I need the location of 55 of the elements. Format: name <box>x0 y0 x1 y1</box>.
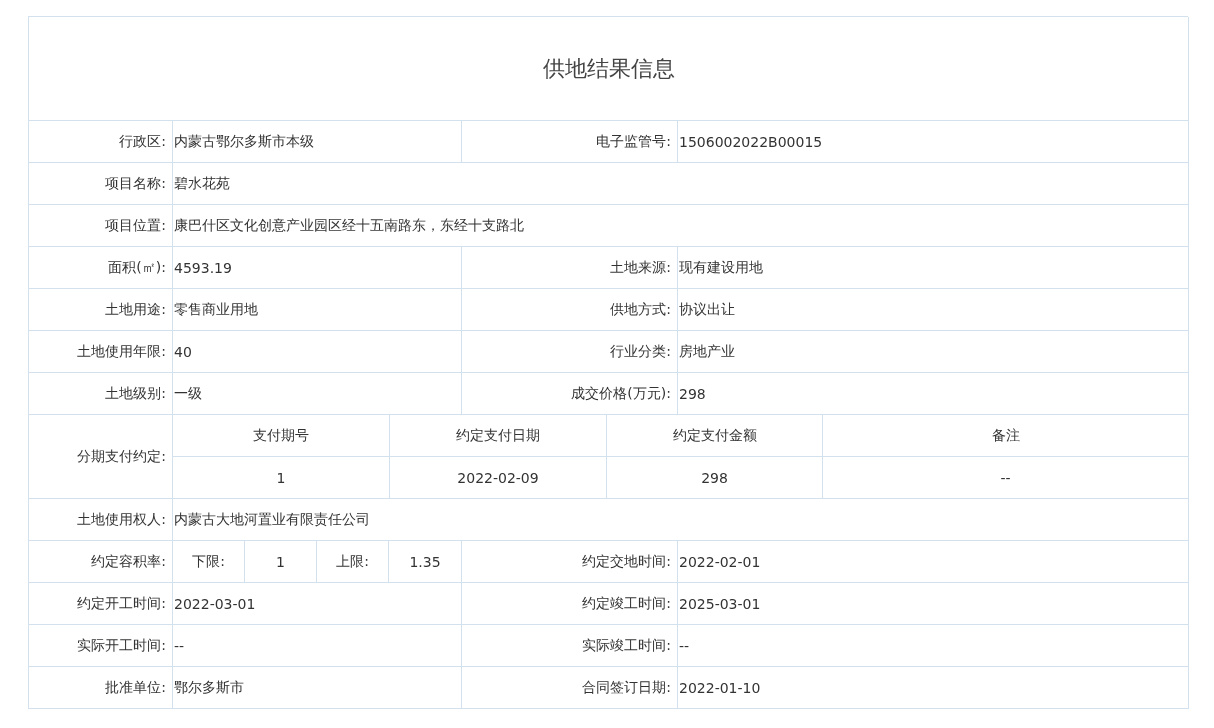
field-label: 分期支付约定: <box>29 415 173 499</box>
field-label: 约定竣工时间: <box>462 583 678 625</box>
field-label: 土地使用年限: <box>29 331 173 373</box>
field-label: 土地来源: <box>462 247 678 289</box>
field-value: 2022-01-10 <box>678 667 1189 709</box>
field-value: 298 <box>678 373 1189 415</box>
field-label: 电子监管号: <box>462 121 678 163</box>
field-label: 约定开工时间: <box>29 583 173 625</box>
field-label: 项目位置: <box>29 205 173 247</box>
field-value: 2025-03-01 <box>678 583 1189 625</box>
field-label: 批准单位: <box>29 667 173 709</box>
field-value: -- <box>173 625 462 667</box>
field-value: 一级 <box>173 373 462 415</box>
field-value: 现有建设用地 <box>678 247 1189 289</box>
field-value: 房地产业 <box>678 331 1189 373</box>
field-label: 成交价格(万元): <box>462 373 678 415</box>
field-value: 内蒙古鄂尔多斯市本级 <box>173 121 462 163</box>
field-label: 行政区: <box>29 121 173 163</box>
field-label: 下限: <box>173 541 245 583</box>
field-value: 40 <box>173 331 462 373</box>
field-label: 土地用途: <box>29 289 173 331</box>
field-value: 2022-03-01 <box>173 583 462 625</box>
column-header: 备注 <box>823 415 1189 457</box>
field-value: 1506002022B00015 <box>678 121 1189 163</box>
field-label: 约定交地时间: <box>462 541 678 583</box>
table-cell: 1 <box>173 457 390 499</box>
field-label: 实际竣工时间: <box>462 625 678 667</box>
field-value: 康巴什区文化创意产业园区经十五南路东，东经十支路北 <box>173 205 1189 247</box>
field-value: 鄂尔多斯市 <box>173 667 462 709</box>
field-value: 协议出让 <box>678 289 1189 331</box>
field-label: 项目名称: <box>29 163 173 205</box>
field-label: 面积(㎡): <box>29 247 173 289</box>
field-label: 供地方式: <box>462 289 678 331</box>
field-value: 2022-02-01 <box>678 541 1189 583</box>
field-value: -- <box>678 625 1189 667</box>
field-label: 土地级别: <box>29 373 173 415</box>
table-cell: 298 <box>607 457 823 499</box>
page-title: 供地结果信息 <box>29 17 1189 121</box>
field-value: 4593.19 <box>173 247 462 289</box>
column-header: 约定支付金额 <box>607 415 823 457</box>
column-header: 支付期号 <box>173 415 390 457</box>
field-label: 土地使用权人: <box>29 499 173 541</box>
column-header: 约定支付日期 <box>390 415 607 457</box>
field-value: 碧水花苑 <box>173 163 1189 205</box>
field-label: 上限: <box>317 541 389 583</box>
field-value: 1 <box>245 541 317 583</box>
field-value: 零售商业用地 <box>173 289 462 331</box>
field-label: 实际开工时间: <box>29 625 173 667</box>
table-cell: 2022-02-09 <box>390 457 607 499</box>
field-value: 内蒙古大地河置业有限责任公司 <box>173 499 1189 541</box>
field-label: 合同签订日期: <box>462 667 678 709</box>
field-label: 约定容积率: <box>29 541 173 583</box>
field-label: 行业分类: <box>462 331 678 373</box>
field-value: 1.35 <box>389 541 462 583</box>
table-cell: -- <box>823 457 1189 499</box>
